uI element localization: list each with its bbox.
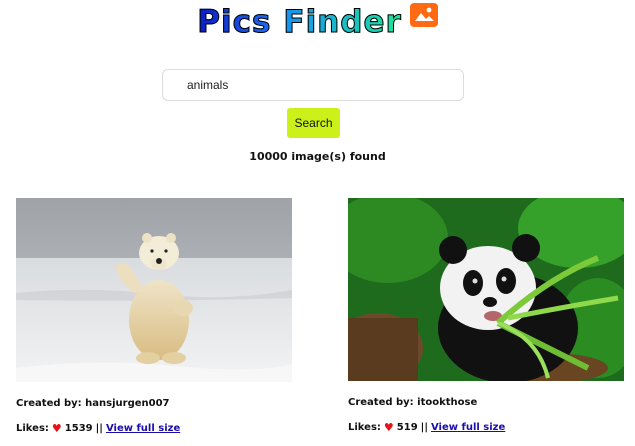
likes-label: Likes: [348, 422, 381, 433]
header: Pics Finder [0, 3, 635, 41]
separator: || [420, 422, 428, 433]
image-card: Created by: itookthose Likes: ♥ 519 || V… [348, 198, 624, 434]
title-word-pics: Pics [197, 4, 272, 41]
image-icon [409, 3, 438, 27]
app-title: Pics Finder [197, 4, 402, 41]
likes-label: Likes: [16, 423, 49, 434]
panda-photo[interactable] [348, 198, 624, 381]
search-button[interactable]: Search [287, 108, 340, 138]
likes-row: Likes: ♥ 519 || View full size [348, 421, 624, 434]
page: Pics Finder Search 10000 image(s) found [0, 0, 635, 446]
title-word-finder: Finder [283, 4, 402, 41]
likes-count: 1539 [64, 423, 93, 434]
likes-count: 519 [396, 422, 418, 433]
view-full-size-link[interactable]: View full size [106, 423, 180, 434]
view-full-size-link[interactable]: View full size [431, 422, 505, 433]
likes-row: Likes: ♥ 1539 || View full size [16, 422, 292, 435]
heart-icon: ♥ [51, 422, 62, 435]
image-card: Created by: hansjurgen007 Likes: ♥ 1539 … [16, 198, 292, 435]
heart-icon: ♥ [383, 421, 394, 434]
search-input[interactable] [162, 69, 464, 101]
separator: || [95, 423, 103, 434]
polar-bear-photo[interactable] [16, 198, 292, 382]
creator-label: Created by: itookthose [348, 397, 478, 408]
result-count: 10000 image(s) found [249, 150, 386, 163]
creator-label: Created by: hansjurgen007 [16, 398, 170, 409]
